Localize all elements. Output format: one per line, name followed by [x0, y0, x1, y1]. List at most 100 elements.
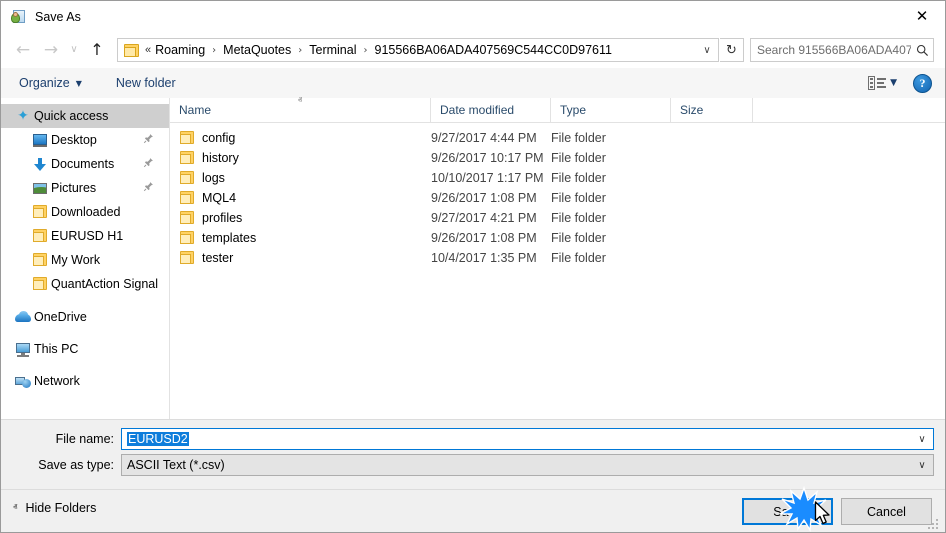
table-row[interactable]: profiles 9/27/2017 4:21 PM File folder — [170, 208, 945, 228]
pin-icon[interactable] — [143, 157, 155, 169]
download-arrow-icon — [32, 156, 48, 172]
breadcrumb-overflow[interactable]: « — [145, 44, 153, 56]
new-folder-button[interactable]: New folder — [107, 73, 185, 93]
file-list: ⱏ Name Date modified Type Size config 9/… — [170, 96, 945, 419]
column-header-name[interactable]: ⱏ Name — [170, 96, 431, 122]
sidebar-item-documents[interactable]: Documents — [1, 152, 169, 176]
refresh-icon[interactable]: ↻ — [720, 38, 744, 62]
folder-icon — [179, 230, 195, 246]
file-date: 10/10/2017 1:17 PM — [431, 171, 544, 185]
sidebar-item-this-pc[interactable]: This PC — [1, 337, 169, 361]
sidebar-item-network[interactable]: Network — [1, 369, 169, 393]
forward-icon[interactable]: → — [37, 36, 65, 64]
file-name: MQL4 — [202, 191, 237, 205]
folder-icon — [179, 130, 195, 146]
sidebar-item-my-work[interactable]: My Work — [1, 248, 169, 272]
file-date: 9/27/2017 4:44 PM — [431, 131, 537, 145]
column-header-label: Name — [179, 103, 212, 117]
sidebar-item-label: My Work — [51, 253, 101, 267]
close-icon[interactable]: ✕ — [899, 1, 945, 31]
column-header-size[interactable]: Size — [671, 98, 753, 122]
sidebar-item-label: QuantAction Signal — [51, 277, 159, 291]
column-header-type[interactable]: Type — [551, 98, 671, 122]
sidebar-item-label: Downloaded — [51, 205, 121, 219]
pin-icon[interactable] — [143, 181, 155, 193]
file-name-value: EURUSD2 — [122, 432, 911, 446]
save-as-type-select[interactable]: ASCII Text (*.csv) ∨ — [121, 454, 934, 476]
table-row[interactable]: MQL4 9/26/2017 1:08 PM File folder — [170, 188, 945, 208]
file-name: config — [202, 131, 236, 145]
sidebar-item-onedrive[interactable]: OneDrive — [1, 305, 169, 329]
save-as-type-value: ASCII Text (*.csv) — [127, 458, 225, 472]
sidebar-item-desktop[interactable]: Desktop — [1, 128, 169, 152]
sidebar-item-downloaded[interactable]: Downloaded — [1, 200, 169, 224]
address-bar[interactable]: « Roaming › MetaQuotes › Terminal › 9155… — [117, 38, 719, 62]
recent-locations-icon[interactable]: ∨ — [65, 36, 83, 64]
breadcrumb-current[interactable]: 915566BA06ADA407569C544CC0D97611 — [373, 43, 614, 57]
file-type: File folder — [551, 131, 606, 145]
view-options-icon[interactable] — [868, 76, 887, 90]
folder-icon — [179, 170, 195, 186]
table-row[interactable]: tester 10/4/2017 1:35 PM File folder — [170, 248, 945, 268]
sidebar-item-eurusd-h1[interactable]: EURUSD H1 — [1, 224, 169, 248]
save-as-type-row: Save as type: ASCII Text (*.csv) ∨ — [1, 454, 945, 476]
save-as-dialog: Save As ✕ ← → ∨ ↑ « Roaming › MetaQuotes… — [0, 0, 946, 533]
search-placeholder: Search 915566BA06ADA40756... — [757, 43, 911, 57]
organize-label: Organize — [19, 76, 70, 90]
breadcrumb-roaming[interactable]: Roaming — [153, 43, 207, 57]
pin-icon[interactable] — [143, 133, 155, 145]
chevron-down-icon[interactable]: ∨ — [911, 434, 933, 445]
hide-folders-button[interactable]: ⱏ Hide Folders — [13, 501, 96, 515]
table-row[interactable]: templates 9/26/2017 1:08 PM File folder — [170, 228, 945, 248]
resize-grip[interactable] — [928, 517, 941, 530]
up-icon[interactable]: ↑ — [83, 36, 111, 64]
sidebar-item-label: This PC — [34, 342, 79, 356]
table-row[interactable]: logs 10/10/2017 1:17 PM File folder — [170, 168, 945, 188]
sort-ascending-icon: ⱏ — [297, 96, 303, 106]
table-row[interactable]: history 9/26/2017 10:17 PM File folder — [170, 148, 945, 168]
save-button[interactable]: Save — [742, 498, 833, 525]
back-icon[interactable]: ← — [9, 36, 37, 64]
sidebar-item-label: OneDrive — [34, 310, 87, 324]
breadcrumb-metaquotes[interactable]: MetaQuotes — [221, 43, 293, 57]
search-input[interactable]: Search 915566BA06ADA40756... — [750, 38, 934, 62]
column-header-date-modified[interactable]: Date modified — [431, 98, 551, 122]
sidebar-item-label: EURUSD H1 — [51, 229, 124, 243]
breadcrumb-separator: › — [212, 44, 217, 56]
sidebar-item-quantaction-signal[interactable]: QuantAction Signal — [1, 272, 169, 296]
sidebar-item-pictures[interactable]: Pictures — [1, 176, 169, 200]
chevron-up-icon: ⱏ — [13, 503, 18, 513]
desktop-icon — [32, 132, 48, 148]
chevron-down-icon[interactable]: ∨ — [696, 39, 718, 61]
sidebar-item-quick-access[interactable]: ✦ Quick access — [1, 104, 169, 128]
file-name-input[interactable]: EURUSD2 ∨ — [121, 428, 934, 450]
file-rows: config 9/27/2017 4:44 PM File folder his… — [170, 123, 945, 268]
file-type: File folder — [551, 151, 606, 165]
chevron-down-icon: ▼ — [75, 78, 82, 88]
sidebar-item-label: Pictures — [51, 181, 97, 195]
file-date: 9/26/2017 1:08 PM — [431, 231, 537, 245]
cancel-button[interactable]: Cancel — [841, 498, 932, 525]
folder-icon — [32, 204, 48, 220]
help-icon[interactable]: ? — [913, 73, 932, 93]
file-date: 9/26/2017 10:17 PM — [431, 151, 544, 165]
chevron-down-icon[interactable]: ▼ — [890, 78, 897, 88]
file-type: File folder — [551, 171, 606, 185]
file-name-cell: templates — [170, 230, 431, 246]
breadcrumb-terminal[interactable]: Terminal — [307, 43, 358, 57]
window-title: Save As — [35, 9, 81, 24]
sidebar-item-label: Desktop — [51, 133, 97, 147]
file-name: tester — [202, 251, 234, 265]
file-name-cell: MQL4 — [170, 190, 431, 206]
file-type: File folder — [551, 211, 606, 225]
table-row[interactable]: config 9/27/2017 4:44 PM File folder — [170, 128, 945, 148]
chevron-down-icon[interactable]: ∨ — [911, 460, 933, 471]
navigation-pane: ✦ Quick access Desktop Documents Picture… — [1, 98, 170, 419]
sidebar-item-label: Documents — [51, 157, 115, 171]
organize-button[interactable]: Organize ▼ — [10, 73, 91, 93]
hide-folders-label: Hide Folders — [25, 501, 97, 515]
file-type: File folder — [551, 231, 606, 245]
